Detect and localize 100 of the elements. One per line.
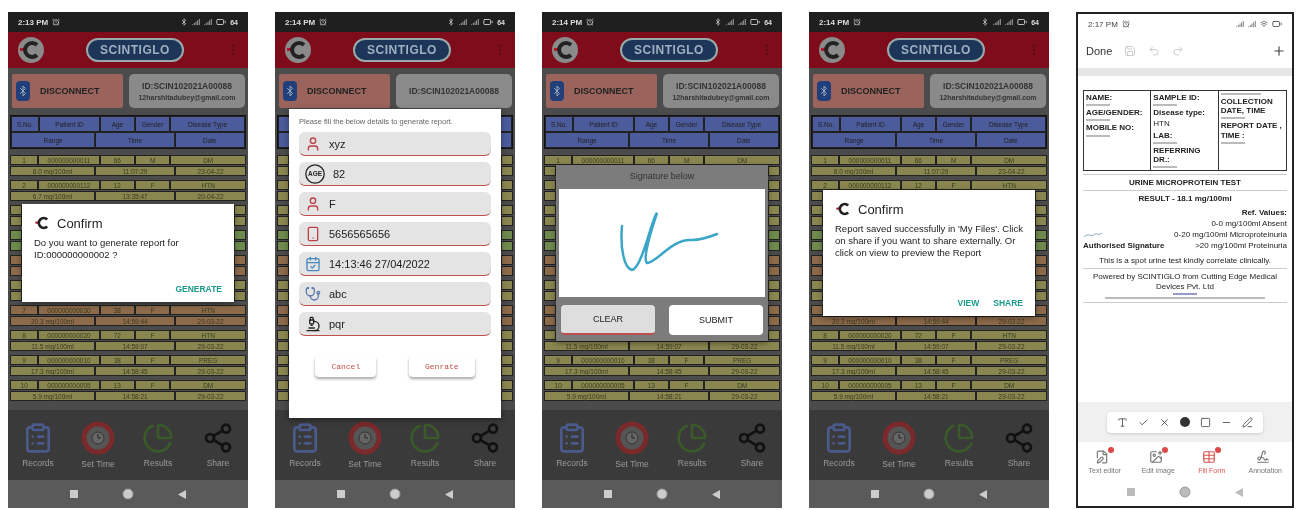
brand-logo: SCINTIGLO xyxy=(86,38,184,62)
form-field[interactable]: 5656565656 xyxy=(299,222,491,246)
bluetooth-icon xyxy=(981,18,990,26)
alarm-icon xyxy=(586,18,595,26)
home-icon[interactable] xyxy=(122,488,134,500)
ref-value: 0-0 mg/100ml Absent xyxy=(1211,218,1287,228)
home-icon[interactable] xyxy=(389,488,401,500)
disconnect-button[interactable]: DISCONNECT xyxy=(813,74,924,108)
signal-icon xyxy=(738,18,747,26)
nav-item[interactable]: Results xyxy=(676,422,708,468)
nav-item[interactable]: Set Time xyxy=(348,421,382,469)
nav-item[interactable]: Records xyxy=(556,422,588,468)
form-field[interactable]: abc xyxy=(299,282,491,306)
done-button[interactable]: Done xyxy=(1086,45,1113,57)
text-icon[interactable] xyxy=(1117,416,1128,428)
blurred-text xyxy=(1153,104,1178,107)
signature-label: Authorised Signature xyxy=(1083,241,1165,251)
report-label: REPORT DATE , TIME : xyxy=(1220,121,1283,140)
form-field[interactable]: 14:13:46 27/04/2022 xyxy=(299,252,491,276)
dialog-message: Do you want to generate report for ID:000000000002 ? xyxy=(34,237,180,261)
home-icon[interactable] xyxy=(1179,486,1191,498)
close-icon[interactable] xyxy=(1159,416,1170,428)
signal-icon xyxy=(471,18,480,26)
back-icon[interactable] xyxy=(1235,487,1243,497)
dialog-title: Confirm xyxy=(57,215,103,231)
brand-logo: SCINTIGLO xyxy=(353,38,451,62)
check-icon[interactable] xyxy=(1138,416,1149,428)
nav-item[interactable]: Share xyxy=(1003,422,1035,468)
blurred-text xyxy=(1153,166,1178,169)
chart-report-icon xyxy=(409,422,441,454)
alarm-icon xyxy=(1121,20,1130,28)
clock-icon xyxy=(882,421,916,455)
battery-icon xyxy=(216,17,227,27)
dialog-button[interactable]: VIEW xyxy=(957,298,980,308)
back-icon[interactable] xyxy=(178,489,186,499)
dialog-button[interactable]: Cancel xyxy=(315,356,377,377)
chart-report-icon xyxy=(676,422,708,454)
blurred-text xyxy=(1086,119,1110,122)
dialog-button[interactable]: SUBMIT xyxy=(669,305,763,335)
nav-item[interactable]: Results xyxy=(409,422,441,468)
signature-pad[interactable] xyxy=(559,189,765,297)
disconnect-button[interactable]: DISCONNECT xyxy=(546,74,657,108)
back-icon[interactable] xyxy=(979,489,987,499)
add-icon[interactable] xyxy=(1272,44,1286,58)
home-icon[interactable] xyxy=(923,488,935,500)
disconnect-button[interactable]: DISCONNECT xyxy=(279,74,390,108)
nav-item[interactable]: Share xyxy=(469,422,501,468)
battery-icon xyxy=(483,17,494,27)
dot-icon[interactable] xyxy=(1180,416,1190,427)
report-result: RESULT - 18.1 mg/100ml xyxy=(1138,194,1232,204)
report-label: NAME: xyxy=(1086,93,1114,103)
signature-drawing xyxy=(1083,231,1103,240)
blurred-text xyxy=(1086,134,1110,137)
report-label: AGE/GENDER: xyxy=(1086,108,1144,118)
nav-item[interactable]: Share xyxy=(202,422,234,468)
form-field[interactable]: xyz xyxy=(299,132,491,156)
dialog-button[interactable]: Genrate xyxy=(409,356,475,377)
back-icon[interactable] xyxy=(712,489,720,499)
device-id: ID:SCIN102021A00088 xyxy=(943,81,1033,91)
stethoscope-icon xyxy=(305,285,321,302)
brand-logo: SCINTIGLO xyxy=(887,38,985,62)
signal-icon xyxy=(1248,20,1256,28)
bluetooth-icon xyxy=(817,81,831,101)
share-icon xyxy=(736,422,768,454)
dialog-button[interactable]: SHARE xyxy=(993,298,1023,308)
alarm-icon xyxy=(319,18,328,26)
form-icon xyxy=(1202,446,1222,464)
nav-item[interactable]: Records xyxy=(22,422,54,468)
dialog-button[interactable]: CLEAR xyxy=(561,305,655,335)
chart-report-icon xyxy=(142,422,174,454)
wifi-icon xyxy=(1260,20,1268,28)
nav-item[interactable]: Results xyxy=(943,422,975,468)
signal-icon xyxy=(459,18,468,26)
logo-icon xyxy=(819,37,845,63)
bluetooth-icon xyxy=(550,81,564,101)
nav-item[interactable]: Set Time xyxy=(615,421,649,469)
disconnect-button[interactable]: DISCONNECT xyxy=(12,74,123,108)
dialog-button[interactable]: GENERATE xyxy=(175,284,222,294)
back-icon[interactable] xyxy=(445,489,453,499)
signal-icon xyxy=(726,18,735,26)
form-field[interactable]: F xyxy=(299,192,491,216)
pen-icon[interactable] xyxy=(1242,416,1253,428)
clock-icon xyxy=(348,421,382,455)
device-id: ID:SCIN102021A00088 xyxy=(676,81,766,91)
square-icon[interactable] xyxy=(1200,416,1211,428)
nav-item[interactable]: Records xyxy=(289,422,321,468)
nav-item[interactable]: Results xyxy=(142,422,174,468)
calendar-icon xyxy=(305,255,321,272)
battery-icon xyxy=(1272,19,1282,29)
edit-text-icon xyxy=(1095,446,1115,464)
nav-item[interactable]: Set Time xyxy=(882,421,916,469)
nav-item[interactable]: Records xyxy=(823,422,855,468)
person-icon xyxy=(305,135,321,152)
clock-icon xyxy=(81,421,115,455)
report-value: HTN xyxy=(1153,119,1171,129)
home-icon[interactable] xyxy=(656,488,668,500)
form-field[interactable]: pqr xyxy=(299,312,491,336)
nav-item[interactable]: Set Time xyxy=(81,421,115,469)
nav-item[interactable]: Share xyxy=(736,422,768,468)
bluetooth-icon xyxy=(447,18,456,26)
